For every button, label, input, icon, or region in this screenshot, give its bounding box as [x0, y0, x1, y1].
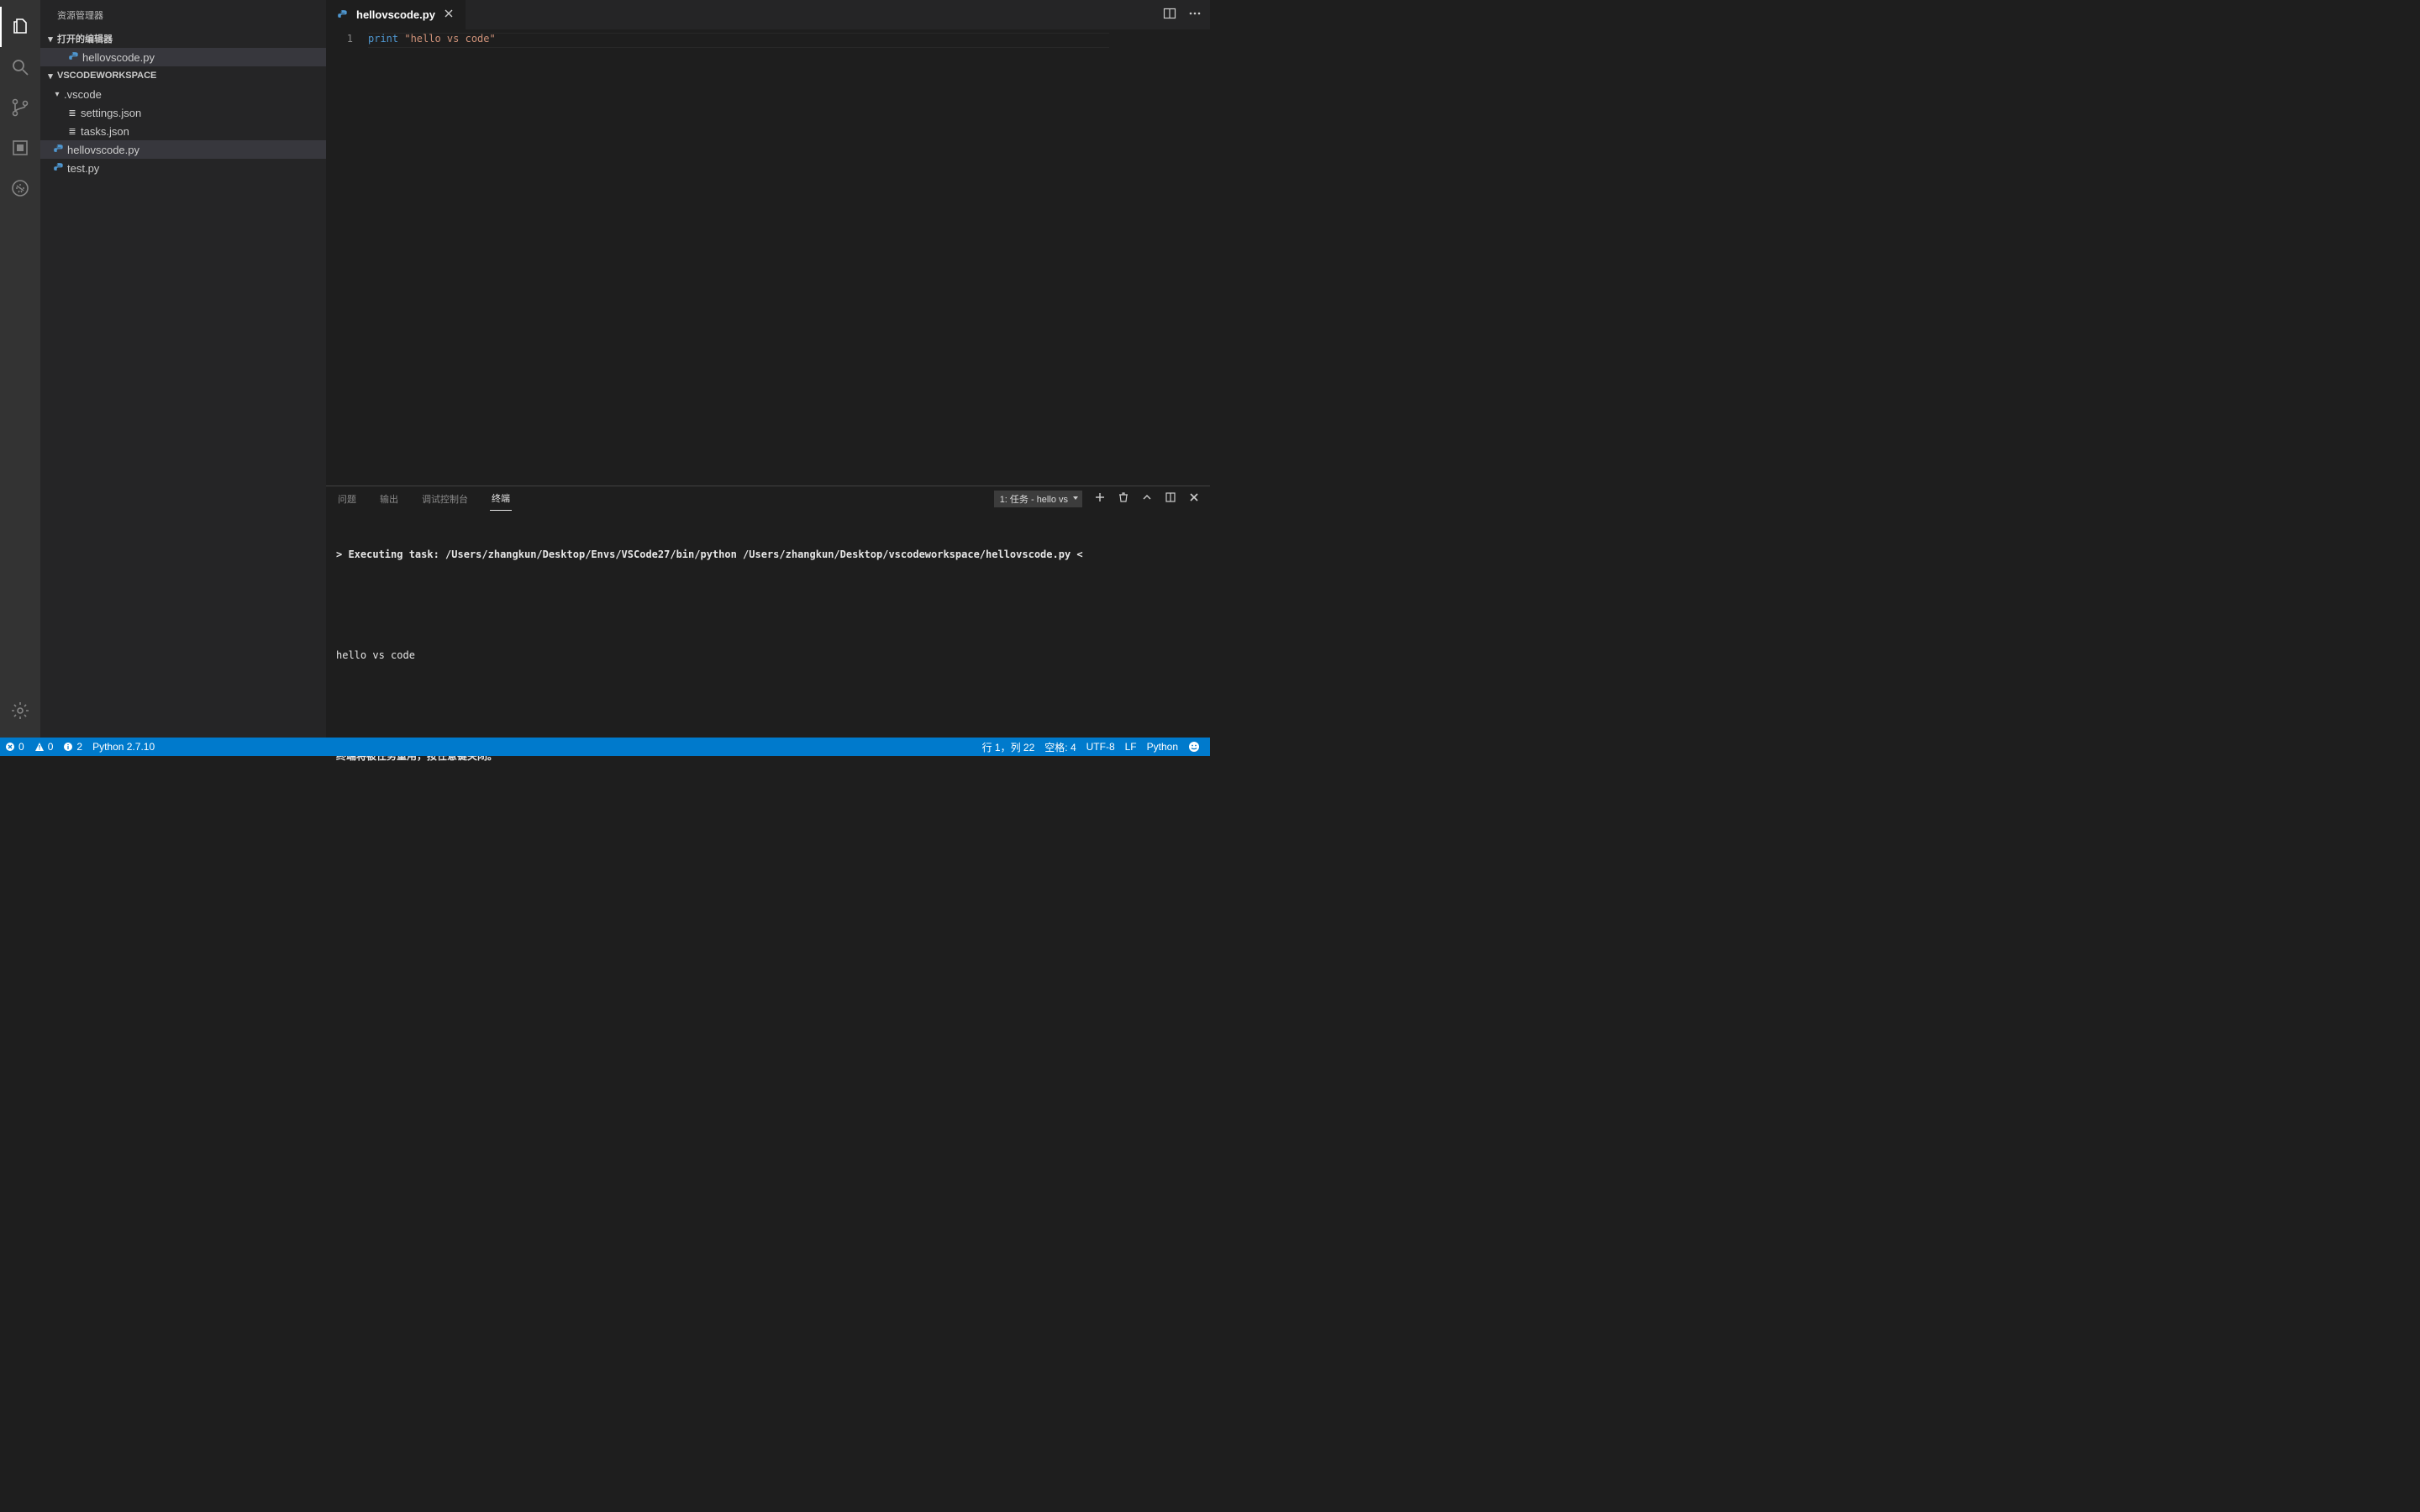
python-icon	[66, 51, 82, 63]
gear-icon	[10, 701, 30, 721]
activity-debug[interactable]	[0, 128, 40, 168]
terminal-selector[interactable]: 1: 任务 - hello vs	[994, 491, 1082, 507]
status-line-col[interactable]: 行 1，列 22	[977, 738, 1040, 756]
activity-scm[interactable]	[0, 87, 40, 128]
open-editor-label: hellovscode.py	[82, 51, 155, 64]
status-indent[interactable]: 空格: 4	[1039, 738, 1081, 756]
status-encoding[interactable]: UTF-8	[1081, 738, 1120, 756]
new-terminal-icon[interactable]	[1094, 491, 1106, 506]
file-row[interactable]: hellovscode.py	[40, 140, 326, 159]
file-label: tasks.json	[81, 125, 129, 138]
explorer-sidebar: 资源管理器 ▾ 打开的编辑器 hellovscode.py ▾ VSCODEWO…	[40, 0, 326, 738]
activity-search[interactable]	[0, 47, 40, 87]
status-language[interactable]: Python	[1142, 738, 1183, 756]
status-feedback-icon[interactable]	[1183, 738, 1205, 756]
status-python-version[interactable]: Python 2.7.10	[87, 738, 160, 756]
file-row[interactable]: test.py	[40, 159, 326, 177]
editor-tab[interactable]: hellovscode.py	[326, 0, 466, 29]
chevron-down-icon: ▾	[44, 34, 57, 45]
chevron-down-icon: ▾	[44, 71, 57, 81]
line-number: 1	[326, 33, 353, 45]
workspace-header[interactable]: ▾ VSCODEWORKSPACE	[40, 66, 326, 85]
json-icon: ≣	[64, 108, 81, 118]
bottom-panel: 问题 输出 调试控制台 终端 1: 任务 - hello vs > Execut…	[326, 486, 1210, 738]
chevron-down-icon: ▾	[50, 90, 64, 99]
file-label: test.py	[67, 162, 99, 175]
panel-tabs: 问题 输出 调试控制台 终端 1: 任务 - hello vs	[326, 486, 1210, 511]
info-icon	[63, 742, 73, 752]
kill-terminal-icon[interactable]	[1118, 491, 1129, 506]
code-editor[interactable]: 1 print "hello vs code"	[326, 29, 1210, 486]
status-eol[interactable]: LF	[1120, 738, 1142, 756]
file-label: hellovscode.py	[67, 144, 139, 156]
workspace-label: VSCODEWORKSPACE	[57, 71, 156, 81]
warning-icon	[34, 742, 45, 752]
terminal-line: > Executing task: /Users/zhangkun/Deskto…	[336, 546, 1200, 563]
tab-terminal[interactable]: 终端	[490, 486, 512, 511]
close-panel-icon[interactable]	[1188, 491, 1200, 506]
open-editors-label: 打开的编辑器	[57, 32, 113, 45]
activity-extensions[interactable]	[0, 168, 40, 208]
folder-label: .vscode	[64, 88, 102, 101]
error-icon	[5, 742, 15, 752]
code-content: print "hello vs code"	[368, 29, 496, 486]
tab-problems[interactable]: 问题	[336, 487, 358, 511]
activity-explorer[interactable]	[0, 7, 40, 47]
split-editor-icon[interactable]	[1163, 7, 1176, 23]
git-branch-icon	[10, 97, 30, 118]
maximize-panel-icon[interactable]	[1165, 491, 1176, 506]
activity-settings[interactable]	[0, 690, 40, 731]
debug-icon	[10, 138, 30, 158]
activity-bar	[0, 0, 40, 738]
tab-debug-console[interactable]: 调试控制台	[420, 487, 470, 511]
file-row[interactable]: ≣ tasks.json	[40, 122, 326, 140]
terminal-output[interactable]: > Executing task: /Users/zhangkun/Deskto…	[326, 511, 1210, 800]
collapse-panel-icon[interactable]	[1141, 491, 1153, 506]
python-icon	[334, 9, 351, 21]
folder-row[interactable]: ▾ .vscode	[40, 85, 326, 103]
file-row[interactable]: ≣ settings.json	[40, 103, 326, 122]
tab-output[interactable]: 输出	[378, 487, 400, 511]
smiley-icon	[1188, 741, 1200, 753]
terminal-line: hello vs code	[336, 647, 1200, 664]
sidebar-title: 资源管理器	[40, 0, 326, 29]
python-icon	[50, 162, 67, 174]
open-editor-item[interactable]: hellovscode.py	[40, 48, 326, 66]
more-icon[interactable]	[1188, 7, 1202, 23]
json-icon: ≣	[64, 126, 81, 137]
status-info[interactable]: 2	[58, 738, 87, 756]
status-warnings[interactable]: 0	[29, 738, 59, 756]
tab-bar: hellovscode.py	[326, 0, 1210, 29]
files-icon	[10, 17, 30, 37]
search-icon	[10, 57, 30, 77]
minimap[interactable]	[496, 29, 593, 486]
close-icon[interactable]	[440, 7, 457, 23]
gutter: 1	[326, 29, 368, 486]
open-editors-header[interactable]: ▾ 打开的编辑器	[40, 29, 326, 48]
editor-area: hellovscode.py 1 print "hello vs code	[326, 0, 1210, 738]
status-bar: 0 0 2 Python 2.7.10 行 1，列 22 空格: 4 UTF-8…	[0, 738, 1210, 756]
file-label: settings.json	[81, 107, 141, 119]
status-errors[interactable]: 0	[0, 738, 29, 756]
python-icon	[50, 144, 67, 155]
bug-slash-icon	[10, 178, 30, 198]
tab-label: hellovscode.py	[356, 8, 435, 21]
